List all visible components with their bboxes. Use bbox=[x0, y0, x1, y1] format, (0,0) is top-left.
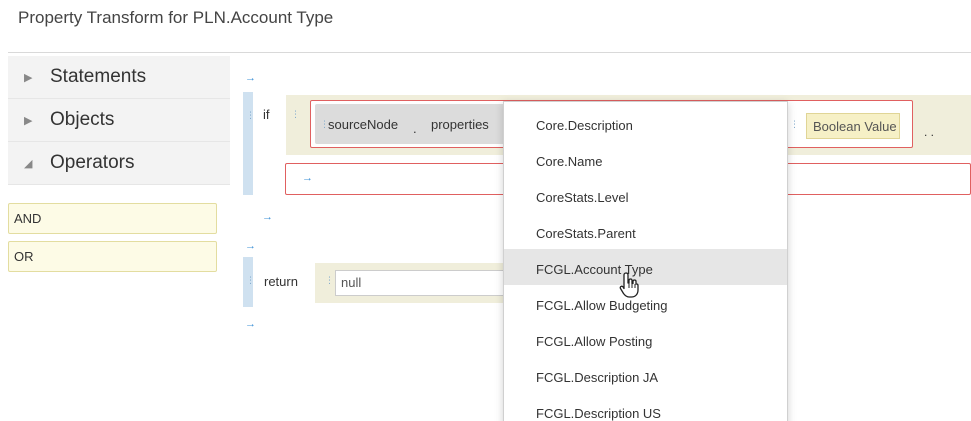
expand-triangle-icon: ▶ bbox=[24, 114, 33, 127]
dropdown-option[interactable]: CoreStats.Parent bbox=[504, 213, 787, 249]
dropdown-option[interactable]: FCGL.Allow Posting bbox=[504, 321, 787, 357]
if-block-handle[interactable] bbox=[243, 92, 253, 195]
dropdown-option[interactable]: Core.Name bbox=[504, 141, 787, 177]
dropdown-option[interactable]: CoreStats.Level bbox=[504, 177, 787, 213]
dropdown-option[interactable]: FCGL.Description US bbox=[504, 393, 787, 421]
more-members-dots[interactable]: . . bbox=[924, 125, 934, 139]
operator-and[interactable]: AND bbox=[8, 203, 217, 234]
block-palette: ▶ Statements ▶ Objects ◢ Operators bbox=[8, 56, 230, 185]
dropdown-option[interactable]: FCGL.Description JA bbox=[504, 357, 787, 393]
drag-handle-icon[interactable]: ⋮ bbox=[320, 119, 329, 130]
dropdown-option[interactable]: Core.Description bbox=[504, 102, 787, 141]
category-objects[interactable]: ▶ Objects bbox=[8, 99, 230, 142]
category-label: Operators bbox=[50, 152, 135, 173]
category-label: Objects bbox=[50, 109, 115, 130]
right-arrow-icon[interactable]: → bbox=[245, 73, 256, 84]
page-title: Property Transform for PLN.Account Type bbox=[18, 8, 334, 27]
boolean-value-input[interactable]: Boolean Value bbox=[806, 113, 900, 139]
right-arrow-icon[interactable]: → bbox=[245, 319, 256, 330]
collapse-triangle-icon: ◢ bbox=[24, 157, 33, 170]
dropdown-option[interactable]: FCGL.Allow Budgeting bbox=[504, 285, 787, 321]
return-keyword: return bbox=[264, 274, 298, 289]
if-keyword: if bbox=[263, 107, 270, 122]
category-operators[interactable]: ◢ Operators bbox=[8, 142, 230, 185]
category-label: Statements bbox=[50, 66, 147, 87]
header-divider bbox=[8, 52, 971, 53]
right-arrow-icon[interactable]: → bbox=[262, 212, 273, 223]
property-dropdown: Core.Description Core.Name CoreStats.Lev… bbox=[503, 101, 788, 421]
hand-pointer-icon bbox=[619, 272, 639, 298]
drag-handle-icon[interactable]: ⋮ bbox=[325, 275, 334, 286]
right-arrow-icon[interactable]: → bbox=[245, 241, 256, 252]
drag-handle-icon[interactable]: ⋮ bbox=[291, 109, 300, 120]
return-value-input[interactable]: null bbox=[335, 270, 505, 296]
operator-or[interactable]: OR bbox=[8, 241, 217, 272]
drag-handle-icon[interactable]: ⋮ bbox=[790, 119, 799, 130]
drag-handle-icon[interactable]: ⋮ bbox=[246, 275, 255, 286]
category-statements[interactable]: ▶ Statements bbox=[8, 56, 230, 99]
dropdown-option-hovered[interactable]: FCGL.Account Type bbox=[504, 249, 787, 285]
expand-triangle-icon: ▶ bbox=[24, 71, 33, 84]
right-arrow-icon: → bbox=[302, 172, 313, 184]
properties-label[interactable]: properties bbox=[431, 117, 489, 132]
dot-separator: . bbox=[413, 121, 417, 136]
drag-handle-icon[interactable]: ⋮ bbox=[246, 110, 255, 121]
source-node-label[interactable]: sourceNode bbox=[328, 117, 398, 132]
